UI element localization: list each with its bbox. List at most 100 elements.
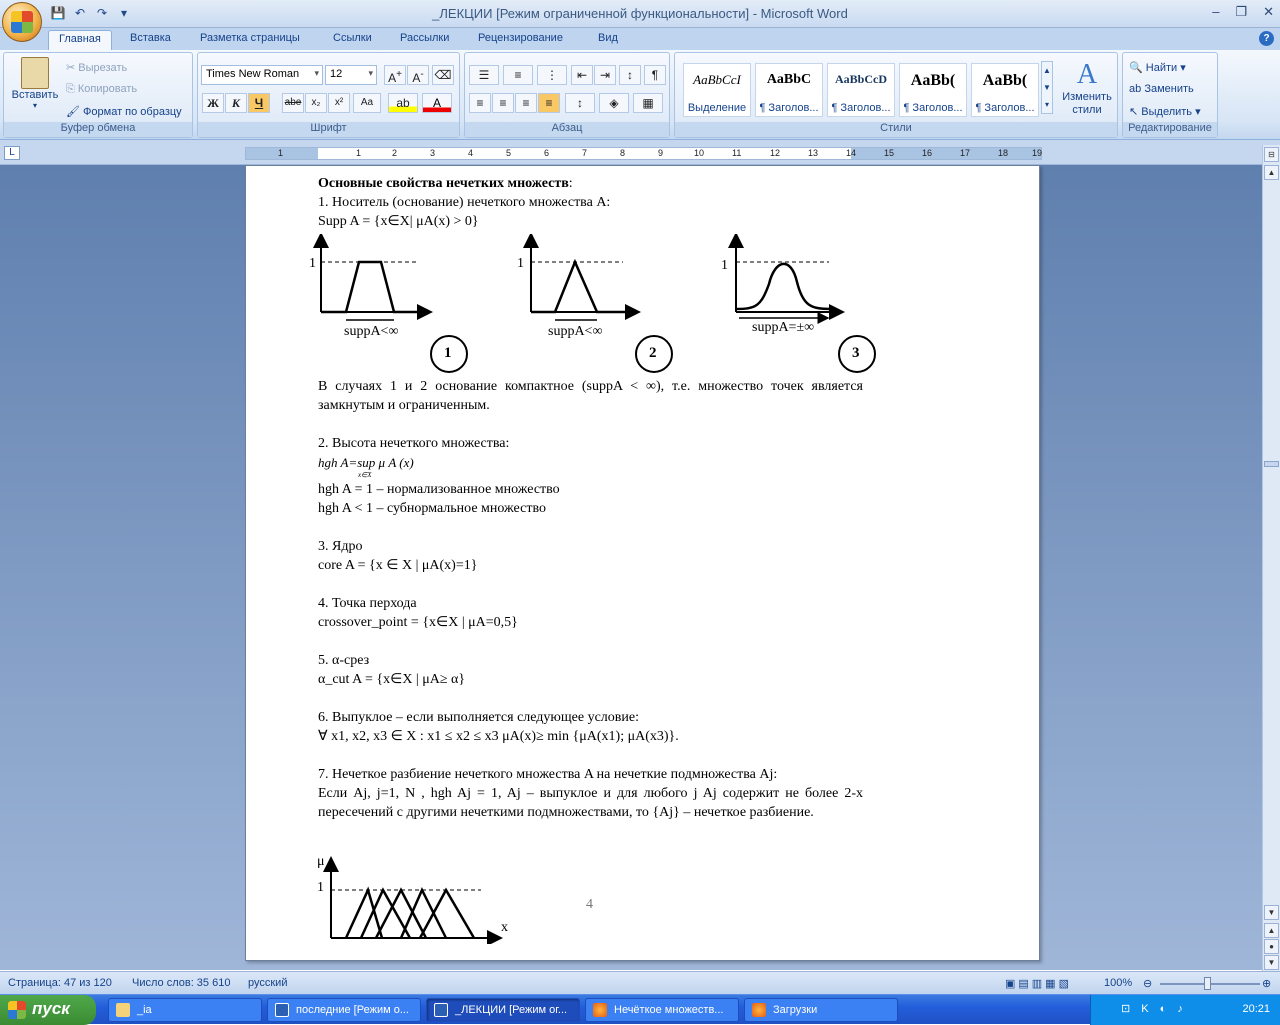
zoom-level[interactable]: 100%	[1104, 977, 1132, 989]
tab-mailings[interactable]: Рассылки	[390, 30, 459, 50]
document-body-continued[interactable]: В случаях 1 и 2 основание компактное (su…	[318, 377, 863, 822]
restore-button[interactable]: ❐	[1235, 4, 1247, 20]
partition-mu-label: μ	[317, 854, 325, 869]
shading-icon[interactable]: ◈	[599, 93, 629, 113]
taskbar-item[interactable]: _ЛЕКЦИИ [Режим ог...	[426, 998, 580, 1022]
tray-icons[interactable]: ⊡ K ◐ ♪	[1121, 1002, 1187, 1015]
view-buttons[interactable]: ▣▤▥▦▧	[1005, 977, 1072, 990]
taskbar-item[interactable]: Загрузки	[744, 998, 898, 1022]
paragraph: 7. Нечеткое разбиение нечеткого множеств…	[318, 767, 778, 782]
style-item[interactable]: AaBb(¶ Заголов...	[899, 63, 967, 117]
increase-indent-icon[interactable]: ⇥	[594, 65, 616, 85]
tab-home[interactable]: Главная	[48, 30, 112, 50]
tab-page-layout[interactable]: Разметка страницы	[190, 30, 310, 50]
style-item[interactable]: AaBb(¶ Заголов...	[971, 63, 1039, 117]
paragraph: Если Aj, j=1, N , hgh Aj = 1, Aj – выпук…	[318, 786, 863, 820]
align-right-icon[interactable]: ≡	[515, 93, 537, 113]
paste-button[interactable]: Вставить ▾	[8, 57, 62, 110]
previous-page-icon[interactable]: ▲	[1264, 923, 1279, 938]
scroll-thumb[interactable]	[1264, 461, 1279, 467]
minimize-button[interactable]: –	[1212, 4, 1219, 20]
ruler-toggle-icon[interactable]: ⊟	[1264, 147, 1279, 162]
title-bar: 💾 ↶ ↷ ▾ _ЛЕКЦИИ [Режим ограниченной функ…	[0, 0, 1280, 28]
tab-selector-icon[interactable]: L	[4, 146, 20, 160]
tab-insert[interactable]: Вставка	[120, 30, 181, 50]
word-count[interactable]: Число слов: 35 610	[132, 977, 230, 989]
highlight-icon[interactable]: ab	[388, 93, 418, 113]
language-indicator[interactable]: русский	[248, 977, 287, 989]
find-button[interactable]: 🔍 Найти ▾	[1129, 61, 1186, 74]
close-button[interactable]: ✕	[1263, 4, 1274, 20]
style-item[interactable]: AaBbCcD ¶ Заголов...	[827, 63, 895, 117]
font-group-label: Шрифт	[198, 122, 459, 137]
cut-button[interactable]: ✂ Вырезать	[66, 61, 127, 74]
taskbar-item[interactable]: _ia	[108, 998, 262, 1022]
horizontal-ruler: L 1 1 2 3 4 5 6 7 8 9 10 11 12 13 14 15 …	[0, 140, 1280, 165]
align-left-icon[interactable]: ≡	[469, 93, 491, 113]
zoom-out-icon[interactable]: ⊖	[1143, 977, 1152, 990]
multilevel-list-icon[interactable]: ⋮	[537, 65, 567, 85]
style-item[interactable]: AaBbCcI Выделение	[683, 63, 751, 117]
font-color-icon[interactable]: A	[422, 93, 452, 113]
italic-button[interactable]: К	[225, 93, 247, 113]
justify-icon[interactable]: ≡	[538, 93, 560, 113]
fig1-number: 1	[444, 345, 452, 361]
copy-button[interactable]: ⎘ Копировать	[66, 83, 137, 96]
sort-icon[interactable]: ↕	[619, 65, 641, 85]
font-name-combo[interactable]: Times New Roman	[201, 65, 323, 85]
styles-scroll-icon[interactable]: ▲ ▼ ▾	[1041, 61, 1053, 114]
partition-x-label: x	[501, 920, 508, 935]
zoom-in-icon[interactable]: ⊕	[1262, 977, 1271, 990]
start-button[interactable]: пуск	[0, 995, 96, 1025]
taskbar-item[interactable]: последние [Режим о...	[267, 998, 421, 1022]
zoom-slider-thumb[interactable]	[1204, 977, 1211, 990]
subscript-button[interactable]: x₂	[305, 93, 327, 113]
ribbon-tabs: Главная Вставка Разметка страницы Ссылки…	[0, 28, 1280, 50]
replace-button[interactable]: ab Заменить	[1129, 83, 1194, 95]
line-spacing-icon[interactable]: ↕	[565, 93, 595, 113]
support-figures	[313, 234, 876, 373]
font-size-combo[interactable]: 12	[325, 65, 377, 85]
grow-font-icon[interactable]: A+	[384, 65, 406, 85]
paragraph: 6. Выпуклое – если выполняется следующее…	[318, 710, 639, 725]
fig1-supp-label: suppA<∞	[344, 324, 399, 339]
vertical-scrollbar[interactable]: ⊟ ▲ ▼ ▲ ● ▼	[1262, 145, 1280, 971]
document-page[interactable]: Основные свойства нечетких множеств: 1. …	[245, 165, 1040, 961]
paragraph: 1. Носитель (основание) нечеткого множес…	[318, 195, 611, 210]
format-painter-button[interactable]: 🖌 Формат по образцу	[66, 105, 182, 118]
underline-button[interactable]: Ч	[248, 93, 270, 113]
page-count[interactable]: Страница: 47 из 120	[8, 977, 112, 989]
select-button[interactable]: ↖ Выделить ▾	[1129, 105, 1201, 118]
folder-icon	[116, 1003, 130, 1017]
document-body[interactable]: Основные свойства нечетких множеств: 1. …	[318, 174, 863, 231]
fig3-number: 3	[852, 345, 860, 361]
align-center-icon[interactable]: ≡	[492, 93, 514, 113]
bullets-icon[interactable]: ☰	[469, 65, 499, 85]
change-styles-button[interactable]: A Изменить стили	[1059, 59, 1115, 117]
help-icon[interactable]: ?	[1259, 31, 1274, 46]
clipboard-group-label: Буфер обмена	[4, 122, 192, 137]
show-marks-icon[interactable]: ¶	[644, 65, 666, 85]
next-page-icon[interactable]: ▼	[1264, 955, 1279, 970]
numbering-icon[interactable]: ≡	[503, 65, 533, 85]
scroll-down-icon[interactable]: ▼	[1264, 905, 1279, 920]
clock[interactable]: 20:21	[1242, 1003, 1270, 1015]
bold-button[interactable]: Ж	[202, 93, 224, 113]
partition-one-label: 1	[317, 880, 324, 895]
clear-format-icon[interactable]: ⌫	[432, 65, 454, 85]
office-button[interactable]	[2, 2, 42, 42]
tab-view[interactable]: Вид	[588, 30, 628, 50]
change-case-button[interactable]: Aa	[353, 93, 381, 113]
browse-object-icon[interactable]: ●	[1264, 939, 1279, 954]
ruler-bar[interactable]: 1 1 2 3 4 5 6 7 8 9 10 11 12 13 14 15 16…	[245, 147, 1042, 160]
tab-references[interactable]: Ссылки	[323, 30, 382, 50]
style-item[interactable]: AaBbC ¶ Заголов...	[755, 63, 823, 117]
borders-icon[interactable]: ▦	[633, 93, 663, 113]
scroll-up-icon[interactable]: ▲	[1264, 165, 1279, 180]
tab-review[interactable]: Рецензирование	[468, 30, 573, 50]
shrink-font-icon[interactable]: A-	[407, 65, 429, 85]
strikethrough-button[interactable]: abe	[282, 93, 304, 113]
taskbar-item[interactable]: Нечёткое множеств...	[585, 998, 739, 1022]
superscript-button[interactable]: x²	[328, 93, 350, 113]
decrease-indent-icon[interactable]: ⇤	[571, 65, 593, 85]
